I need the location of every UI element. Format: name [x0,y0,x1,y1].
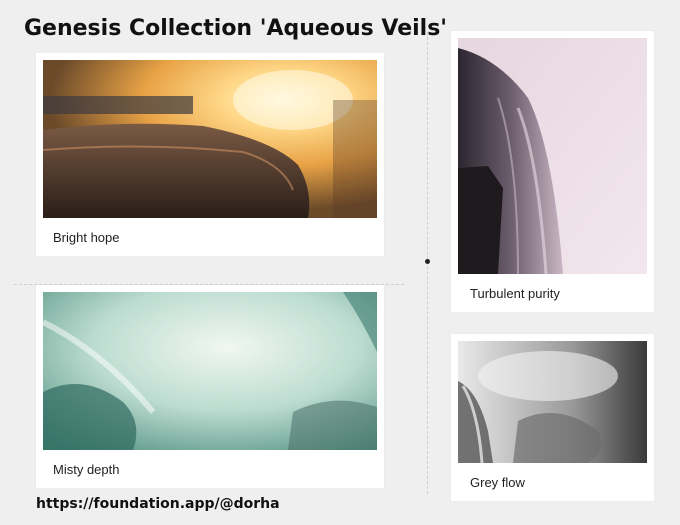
artwork-image-misty-depth[interactable] [43,292,377,450]
artwork-caption: Turbulent purity [470,286,560,301]
artwork-image-grey-flow[interactable] [458,341,647,463]
artwork-caption: Grey flow [470,475,525,490]
collection-title: Genesis Collection 'Aqueous Veils' [24,16,448,41]
artwork-card-misty-depth[interactable]: Misty depth [36,285,384,488]
foundation-profile-link[interactable]: https://foundation.app/@dorha [36,496,280,512]
artwork-card-bright-hope[interactable]: Bright hope [36,53,384,256]
artwork-image-bright-hope[interactable] [43,60,377,218]
artwork-image-turbulent-purity[interactable] [458,38,647,274]
artwork-caption: Bright hope [53,230,120,245]
artwork-card-grey-flow[interactable]: Grey flow [451,334,654,501]
artwork-card-turbulent-purity[interactable]: Turbulent purity [451,31,654,312]
divider-dot [425,259,430,264]
artwork-caption: Misty depth [53,462,120,477]
